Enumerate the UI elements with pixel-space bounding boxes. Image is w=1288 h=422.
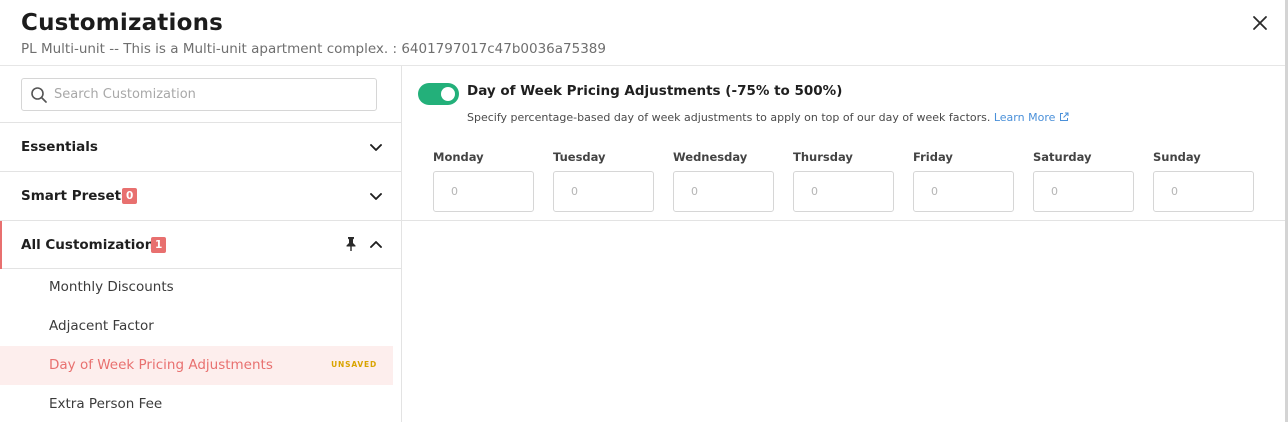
day-field-thursday: Thursday	[793, 150, 894, 212]
sidebar-item-label: Monthly Discounts	[49, 279, 174, 295]
sunday-input[interactable]	[1153, 171, 1254, 212]
chevron-down-icon	[370, 193, 382, 200]
sidebar-item-label: Adjacent Factor	[49, 318, 154, 334]
day-field-saturday: Saturday	[1033, 150, 1134, 212]
day-label: Sunday	[1153, 150, 1201, 164]
customizations-sidebar: Essentials Smart Presets 0 All Customiza…	[0, 66, 402, 422]
chevron-down-icon	[370, 144, 382, 151]
friday-input[interactable]	[913, 171, 1014, 212]
sidebar-item-adjacent-factor[interactable]: Adjacent Factor	[0, 307, 393, 346]
day-field-wednesday: Wednesday	[673, 150, 774, 212]
property-subtitle: PL Multi-unit -- This is a Multi-unit ap…	[21, 41, 606, 57]
thursday-input[interactable]	[793, 171, 894, 212]
day-label: Wednesday	[673, 150, 748, 164]
enable-toggle[interactable]	[418, 83, 459, 105]
day-label: Tuesday	[553, 150, 606, 164]
sidebar-item-label: Day of Week Pricing Adjustments	[49, 357, 273, 373]
learn-more-link[interactable]: Learn More	[994, 111, 1070, 124]
section-smart-presets[interactable]: Smart Presets 0	[0, 171, 401, 220]
wednesday-input[interactable]	[673, 171, 774, 212]
close-button[interactable]	[1249, 12, 1271, 34]
day-field-monday: Monday	[433, 150, 534, 212]
monday-input[interactable]	[433, 171, 534, 212]
sidebar-item-label: Extra Person Fee	[49, 396, 163, 412]
day-label: Monday	[433, 150, 484, 164]
customization-description: Specify percentage-based day of week adj…	[467, 111, 1069, 124]
day-label: Thursday	[793, 150, 853, 164]
learn-more-label: Learn More	[993, 111, 1056, 124]
search-box	[21, 78, 377, 111]
day-field-sunday: Sunday	[1153, 150, 1254, 212]
count-badge: 0	[122, 188, 138, 204]
external-link-icon	[1060, 112, 1069, 121]
toggle-knob	[441, 87, 455, 101]
pin-icon[interactable]	[344, 236, 358, 252]
close-icon	[1253, 16, 1267, 30]
unsaved-badge: UNSAVED	[331, 360, 377, 369]
count-badge: 1	[151, 237, 167, 253]
section-label: Essentials	[21, 139, 98, 155]
search-icon	[31, 87, 47, 103]
sidebar-item-extra-person-fee[interactable]: Extra Person Fee	[0, 385, 393, 422]
customization-detail-panel: Day of Week Pricing Adjustments (-75% to…	[402, 66, 1285, 221]
section-essentials[interactable]: Essentials	[0, 122, 401, 171]
section-label: All Customizations	[21, 237, 163, 253]
modal-header: Customizations PL Multi-unit -- This is …	[0, 0, 1285, 66]
section-label: Smart Presets	[21, 188, 130, 204]
day-label: Friday	[913, 150, 953, 164]
day-field-friday: Friday	[913, 150, 1014, 212]
saturday-input[interactable]	[1033, 171, 1134, 212]
day-field-tuesday: Tuesday	[553, 150, 654, 212]
chevron-up-icon	[370, 241, 382, 248]
customization-title: Day of Week Pricing Adjustments (-75% to…	[467, 83, 843, 99]
description-text: Specify percentage-based day of week adj…	[467, 111, 991, 124]
search-input[interactable]	[54, 79, 370, 110]
day-label: Saturday	[1033, 150, 1092, 164]
sidebar-item-monthly-discounts[interactable]: Monthly Discounts	[0, 268, 393, 307]
page-title: Customizations	[21, 10, 224, 36]
sidebar-item-day-of-week-pricing[interactable]: Day of Week Pricing Adjustments UNSAVED	[0, 346, 393, 385]
tuesday-input[interactable]	[553, 171, 654, 212]
section-all-customizations[interactable]: All Customizations 1	[0, 220, 401, 269]
